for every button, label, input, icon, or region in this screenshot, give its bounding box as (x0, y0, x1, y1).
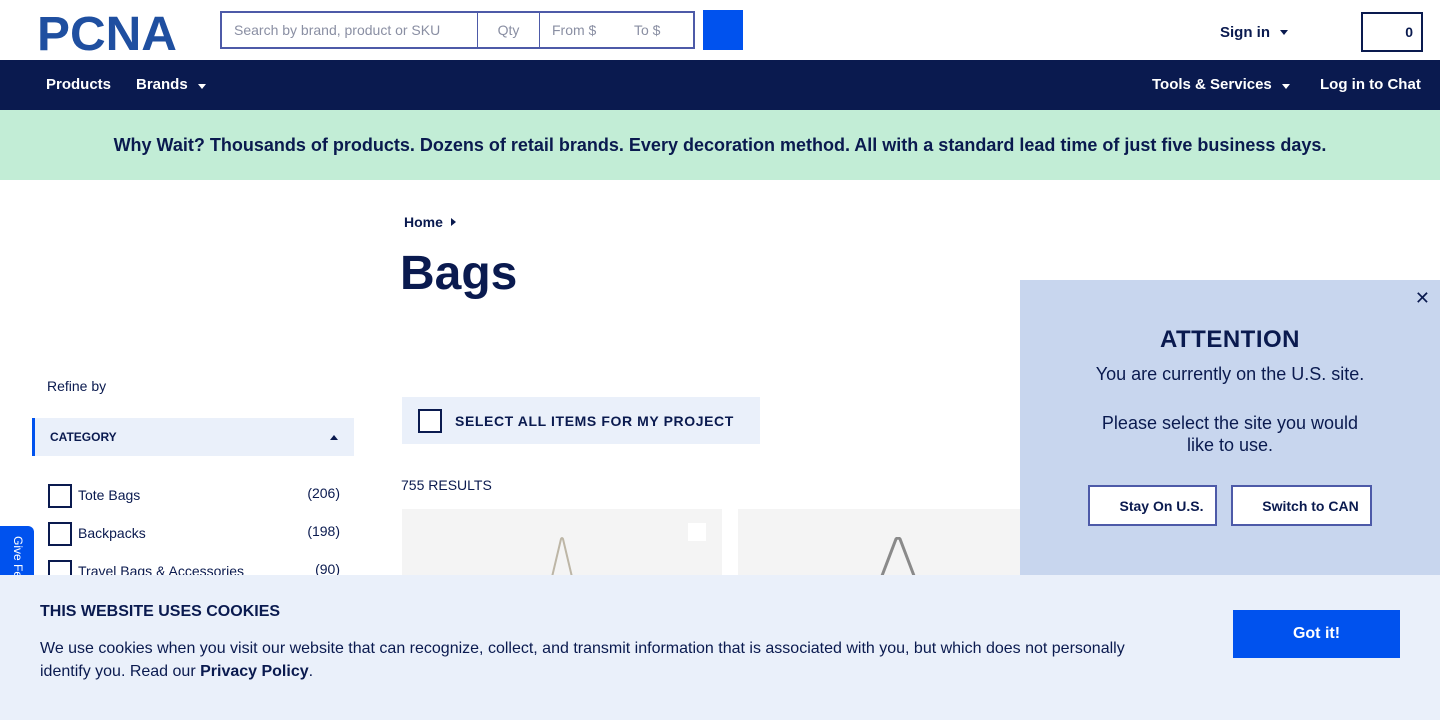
chevron-right-icon (450, 218, 456, 226)
nav-brands-label: Brands (136, 76, 188, 93)
nav-chat-label: Log in to Chat (1320, 76, 1421, 93)
chevron-down-icon (1281, 83, 1290, 89)
close-icon[interactable]: ✕ (1415, 288, 1430, 309)
category-label: Backpacks (78, 525, 146, 541)
product-select-checkbox[interactable] (688, 523, 706, 541)
cookie-accept-button[interactable]: Got it! (1233, 610, 1400, 658)
page-title: Bags (400, 247, 518, 300)
cookie-text-end: . (308, 663, 314, 680)
promo-text: Why Wait? Thousands of products. Dozens … (113, 134, 1327, 155)
promo-banner: Why Wait? Thousands of products. Dozens … (0, 110, 1440, 180)
region-select-modal: ✕ ATTENTION You are currently on the U.S… (1020, 280, 1440, 580)
cookie-banner: THIS WEBSITE USES COOKIES We use cookies… (0, 575, 1440, 720)
chevron-down-icon (197, 83, 206, 89)
category-checkbox[interactable] (48, 522, 72, 546)
select-all-toggle[interactable]: SELECT ALL ITEMS FOR MY PROJECT (402, 397, 760, 444)
nav-tools-label: Tools & Services (1152, 76, 1272, 93)
category-item-backpacks[interactable]: Backpacks (198) (48, 520, 340, 558)
privacy-policy-link[interactable]: Privacy Policy (200, 663, 309, 680)
nav-products-label: Products (46, 76, 112, 93)
search-button[interactable] (703, 10, 743, 50)
nav-brands[interactable]: Brands (136, 76, 206, 93)
logo-text: PCNA (37, 13, 177, 51)
attention-title: ATTENTION (1159, 326, 1301, 353)
site-header: PCNA Sign in 0 (0, 0, 1440, 60)
main-nav: Products Brands Tools & Services Log in … (0, 60, 1440, 110)
nav-products[interactable]: Products (46, 76, 111, 93)
chevron-down-icon (1280, 30, 1288, 35)
refine-label: Refine by (47, 378, 107, 394)
category-filter-header[interactable]: CATEGORY (32, 418, 354, 456)
price-to-input[interactable] (624, 13, 693, 47)
category-checkbox[interactable] (48, 484, 72, 508)
search-bar (220, 11, 695, 49)
cookie-title: THIS WEBSITE USES COOKIES (40, 603, 281, 620)
search-input[interactable] (222, 13, 478, 47)
nav-tools-services[interactable]: Tools & Services (1152, 76, 1290, 93)
select-all-checkbox[interactable] (418, 408, 442, 433)
sign-in-menu[interactable]: Sign in (1220, 24, 1288, 41)
stay-us-button[interactable]: Stay On U.S. (1088, 485, 1217, 526)
category-header-label: CATEGORY (50, 430, 117, 444)
sign-in-label: Sign in (1220, 24, 1270, 41)
qty-input[interactable] (478, 13, 540, 47)
attention-select-message: Please select the site you would like to… (1101, 413, 1359, 455)
switch-can-button[interactable]: Switch to CAN (1231, 485, 1372, 526)
cookie-text: We use cookies when you visit our websit… (40, 637, 1160, 683)
breadcrumb: Home (404, 214, 456, 230)
cart-button[interactable]: 0 (1361, 12, 1423, 52)
nav-chat-login[interactable]: Log in to Chat (1320, 76, 1421, 93)
pcna-logo[interactable]: PCNA (37, 13, 183, 51)
cart-count: 0 (1405, 24, 1413, 40)
chevron-up-icon (330, 434, 338, 440)
select-all-label: SELECT ALL ITEMS FOR MY PROJECT (455, 412, 734, 429)
category-count: (206) (307, 485, 340, 501)
category-item-tote-bags[interactable]: Tote Bags (206) (48, 482, 340, 520)
breadcrumb-home[interactable]: Home (404, 214, 443, 230)
category-label: Tote Bags (78, 487, 141, 503)
attention-message: You are currently on the U.S. site. (1095, 364, 1365, 384)
results-count: 755 RESULTS (401, 477, 492, 493)
price-from-input[interactable] (540, 13, 624, 47)
category-count: (198) (307, 523, 340, 539)
